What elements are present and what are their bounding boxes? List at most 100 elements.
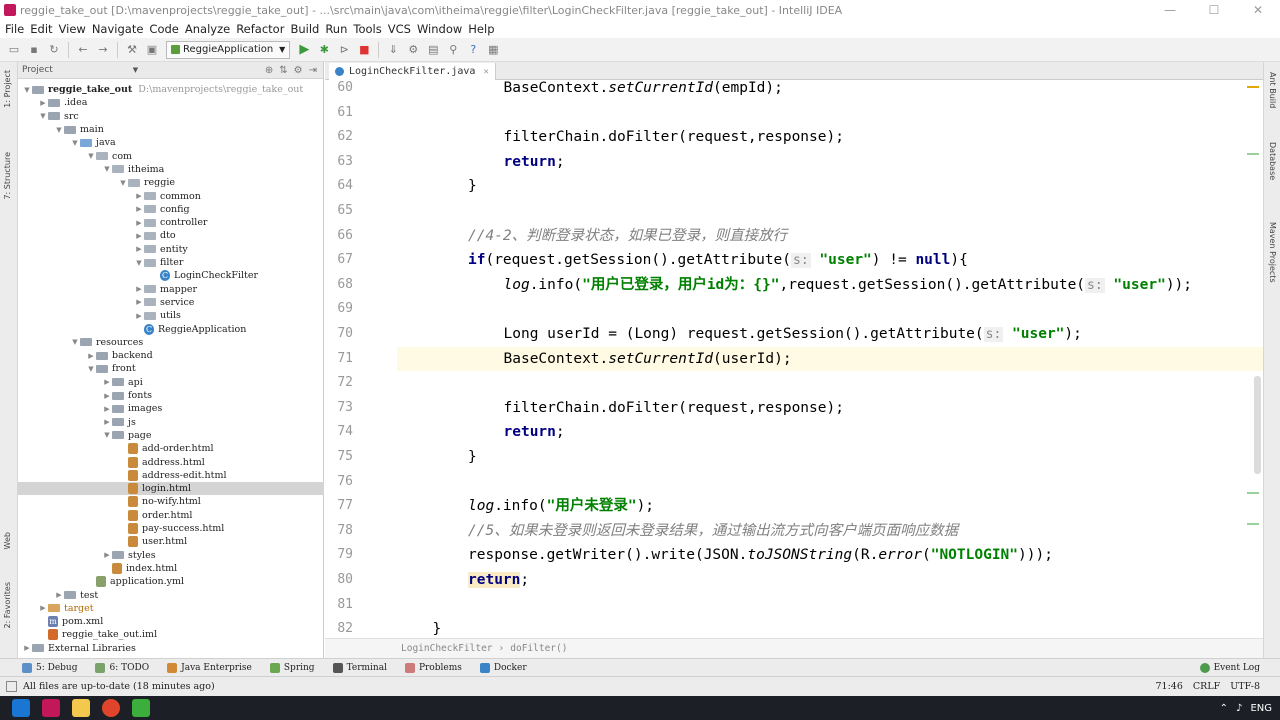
close-button[interactable]: ✕ (1236, 0, 1280, 20)
close-tab-icon[interactable]: ✕ (483, 67, 488, 77)
scroll-marker[interactable] (1247, 86, 1259, 88)
save-icon[interactable]: ▪ (26, 42, 42, 58)
locate-icon[interactable]: ⊕ (265, 65, 273, 76)
tree-item[interactable]: ▼ reggie (18, 176, 324, 189)
explorer-taskbar-icon[interactable] (72, 699, 90, 717)
menu-item-analyze[interactable]: Analyze (185, 22, 230, 36)
menu-item-build[interactable]: Build (290, 22, 319, 36)
breadcrumb-method[interactable]: doFilter() (510, 643, 567, 654)
tree-item[interactable]: ▼ page (18, 429, 324, 442)
tree-item[interactable]: ▼ filter (18, 256, 324, 269)
tree-item[interactable]: ▶ test (18, 588, 324, 601)
tool-tab-terminal[interactable]: Terminal (332, 662, 387, 673)
collapsed-arrow-icon[interactable]: ▶ (38, 604, 48, 612)
tree-item[interactable]: C LoginCheckFilter (18, 269, 324, 282)
scroll-marker[interactable] (1247, 492, 1259, 494)
tree-item[interactable]: order.html (18, 509, 324, 522)
menu-item-view[interactable]: View (59, 22, 86, 36)
tree-item[interactable]: user.html (18, 535, 324, 548)
tool-tab-debug[interactable]: 5: Debug (22, 662, 77, 673)
back-icon[interactable]: ← (75, 42, 91, 58)
tree-item[interactable]: ▼ itheima (18, 163, 324, 176)
speaker-icon[interactable]: ♪ (1236, 703, 1242, 714)
project-view-select[interactable]: Project (22, 65, 53, 75)
input-language[interactable]: ENG (1250, 703, 1272, 714)
collapsed-arrow-icon[interactable]: ▶ (102, 405, 112, 413)
chevron-down-icon[interactable]: ▼ (133, 66, 138, 74)
hide-panel-icon[interactable]: ⇥ (309, 65, 317, 76)
menu-item-navigate[interactable]: Navigate (92, 22, 144, 36)
debug-icon[interactable]: ✱ (316, 42, 332, 58)
tree-item[interactable]: ▶ api (18, 376, 324, 389)
build-icon[interactable]: ⚒ (124, 42, 140, 58)
tree-item[interactable]: ▶ backend (18, 349, 324, 362)
expanded-arrow-icon[interactable]: ▼ (86, 365, 96, 373)
tree-item[interactable]: ▶ utils (18, 309, 324, 322)
tree-item[interactable]: address.html (18, 455, 324, 468)
database-tool-tab[interactable]: Database (1268, 142, 1277, 180)
tree-item[interactable]: reggie_take_out.iml (18, 628, 324, 641)
tree-item[interactable]: ▶ .idea (18, 96, 324, 109)
expanded-arrow-icon[interactable]: ▼ (70, 139, 80, 147)
collapsed-arrow-icon[interactable]: ▶ (134, 192, 144, 200)
tree-item[interactable]: ▼ resources (18, 336, 324, 349)
tree-item[interactable]: ▼ com (18, 150, 324, 163)
collapsed-arrow-icon[interactable]: ▶ (86, 352, 96, 360)
scroll-marker[interactable] (1247, 153, 1259, 155)
tree-item[interactable]: m pom.xml (18, 615, 324, 628)
vcs-update-icon[interactable]: ⇓ (385, 42, 401, 58)
sync-icon[interactable]: ↻ (46, 42, 62, 58)
menu-item-run[interactable]: Run (325, 22, 347, 36)
intellij-taskbar-icon[interactable] (42, 699, 60, 717)
menu-item-window[interactable]: Window (417, 22, 462, 36)
tool-tab-problems[interactable]: Problems (404, 662, 462, 673)
tree-item[interactable]: ▶ dto (18, 229, 324, 242)
expanded-arrow-icon[interactable]: ▼ (22, 86, 32, 94)
collapsed-arrow-icon[interactable]: ▶ (54, 591, 64, 599)
menu-item-tools[interactable]: Tools (353, 22, 381, 36)
menu-item-refactor[interactable]: Refactor (236, 22, 284, 36)
file-encoding[interactable]: UTF-8 (1230, 681, 1260, 692)
maximize-button[interactable]: ☐ (1192, 0, 1236, 20)
tree-item[interactable]: ▶ service (18, 296, 324, 309)
ant-build-tool-tab[interactable]: Ant Build (1268, 72, 1277, 108)
menu-item-code[interactable]: Code (149, 22, 178, 36)
tree-item[interactable]: ▶ images (18, 402, 324, 415)
build-project-icon[interactable]: ▣ (144, 42, 160, 58)
minimize-button[interactable]: — (1148, 0, 1192, 20)
tree-item[interactable]: pay-success.html (18, 522, 324, 535)
tree-item[interactable]: add-order.html (18, 442, 324, 455)
settings-gear-icon[interactable]: ⚙ (294, 65, 303, 76)
tree-item[interactable]: ▶ mapper (18, 283, 324, 296)
tree-item[interactable]: ▶ entity (18, 243, 324, 256)
run-icon[interactable]: ▶ (296, 42, 312, 58)
tree-item[interactable]: address-edit.html (18, 469, 324, 482)
tray-chevron-icon[interactable]: ⌃ (1220, 703, 1228, 714)
coverage-icon[interactable]: ⊳ (336, 42, 352, 58)
help-icon[interactable]: ? (465, 42, 481, 58)
expanded-arrow-icon[interactable]: ▼ (102, 165, 112, 173)
maven-projects-tool-tab[interactable]: Maven Projects (1268, 222, 1277, 283)
collapsed-arrow-icon[interactable]: ▶ (102, 418, 112, 426)
editor-tab-logincheckfilter[interactable]: LoginCheckFilter.java ✕ (329, 63, 496, 80)
expanded-arrow-icon[interactable]: ▼ (70, 338, 80, 346)
run-configuration-select[interactable]: ReggieApplication ▼ (166, 40, 291, 59)
expanded-arrow-icon[interactable]: ▼ (86, 152, 96, 160)
collapsed-arrow-icon[interactable]: ▶ (38, 99, 48, 107)
tree-item[interactable]: ▼ src (18, 110, 324, 123)
tool-tab-java-enterprise[interactable]: Java Enterprise (167, 662, 252, 673)
expanded-arrow-icon[interactable]: ▼ (54, 126, 64, 134)
expanded-arrow-icon[interactable]: ▼ (102, 431, 112, 439)
menu-item-help[interactable]: Help (468, 22, 494, 36)
tree-item[interactable]: ▼ reggie_take_out D:\mavenprojects\reggie_… (18, 83, 324, 96)
presentation-icon[interactable]: ▦ (485, 42, 501, 58)
collapsed-arrow-icon[interactable]: ▶ (22, 644, 32, 652)
project-structure-icon[interactable]: ⚙ (405, 42, 421, 58)
wechat-taskbar-icon[interactable] (132, 699, 150, 717)
menu-item-file[interactable]: File (5, 22, 24, 36)
tree-item[interactable]: ▶ config (18, 203, 324, 216)
sdk-icon[interactable]: ▤ (425, 42, 441, 58)
start-icon[interactable] (12, 699, 30, 717)
structure-tool-tab[interactable]: 7: Structure (3, 152, 12, 200)
collapsed-arrow-icon[interactable]: ▶ (102, 551, 112, 559)
